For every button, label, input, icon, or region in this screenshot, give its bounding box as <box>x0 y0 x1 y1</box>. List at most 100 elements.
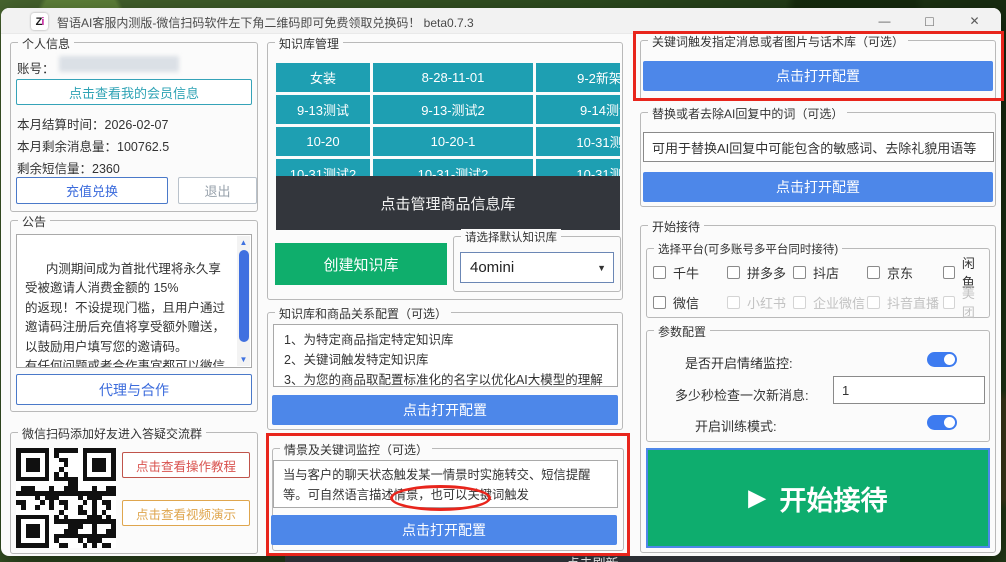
logout-button[interactable]: 退出 <box>178 177 257 204</box>
scene-open-config-button[interactable]: 点击打开配置 <box>271 515 617 545</box>
kb-item-button[interactable]: 女装 <box>276 63 370 92</box>
checkbox-icon[interactable] <box>727 266 740 279</box>
toggle-knob <box>944 417 955 428</box>
keyword-open-config-button[interactable]: 点击打开配置 <box>643 61 993 91</box>
platform-label: 企业微信 <box>813 293 865 312</box>
training-mode-toggle[interactable] <box>927 415 957 430</box>
replace-words-title: 替换或者去除AI回复中的词（可选） <box>648 105 847 122</box>
sms-row: 剩余短信量：2360 <box>17 158 120 177</box>
relation-config-text: 1、为特定商品指定特定知识库 2、关键词触发特定知识库 3、为您的商品取配置标准… <box>273 324 618 387</box>
default-kb-dropdown[interactable]: 4omini ▼ <box>460 252 614 283</box>
manage-products-button[interactable]: 点击管理商品信息库 <box>276 176 620 230</box>
check-interval-input[interactable]: 1 <box>833 376 985 404</box>
title-bar[interactable]: Zi 智语AI客服内测版-微信扫码软件左下角二维码即可免费领取兑换码！ beta… <box>1 8 1001 34</box>
platform-checkbox-抖店[interactable]: 抖店 <box>793 263 867 282</box>
check-interval-label: 多少秒检查一次新消息: <box>675 385 809 404</box>
account-value-blurred <box>59 56 179 72</box>
personal-info-title: 个人信息 <box>18 35 74 52</box>
maximize-button[interactable]: □ <box>907 8 952 34</box>
platform-checkbox-拼多多[interactable]: 拼多多 <box>727 263 793 282</box>
agent-cooperation-button[interactable]: 代理与合作 <box>16 374 252 405</box>
minimize-button[interactable]: — <box>862 8 907 34</box>
platform-label: 微信 <box>673 293 699 312</box>
close-icon: ✕ <box>969 14 979 28</box>
start-reception-button[interactable]: ▶ 开始接待 <box>646 448 990 548</box>
check-interval-value: 1 <box>842 383 849 398</box>
kb-item-button[interactable]: 10-31测试2 <box>276 159 370 177</box>
announcement-scrollbar[interactable]: ▲ ▼ <box>237 236 250 366</box>
app-window: Zi 智语AI客服内测版-微信扫码软件左下角二维码即可免费领取兑换码！ beta… <box>1 8 1001 556</box>
close-button[interactable]: ✕ <box>952 8 997 34</box>
replace-words-hint-box[interactable]: 可用于替换AI回复中可能包含的敏感词、去除礼貌用语等 <box>643 132 994 162</box>
emotion-monitor-toggle[interactable] <box>927 352 957 367</box>
kb-item-button[interactable]: 9-13-测试2 <box>373 95 533 124</box>
messages-row: 本月剩余消息量：100762.5 <box>17 136 169 155</box>
sms-remaining: 2360 <box>92 162 120 176</box>
video-demo-button[interactable]: 点击查看视频演示 <box>122 500 250 526</box>
checkbox-icon[interactable] <box>653 266 666 279</box>
kb-item-button[interactable]: 10-20 <box>276 127 370 156</box>
replace-open-config-button[interactable]: 点击打开配置 <box>643 172 993 202</box>
checkbox-icon <box>727 296 740 309</box>
settlement-row: 本月结算时间：2026-02-07 <box>17 114 168 133</box>
play-icon: ▶ <box>749 485 766 511</box>
start-reception-label: 开始接待 <box>779 479 887 518</box>
kb-item-button[interactable]: 9-2新架构 <box>536 63 620 92</box>
scroll-down-icon[interactable]: ▼ <box>237 353 250 366</box>
relation-config-title: 知识库和商品关系配置（可选） <box>275 305 451 322</box>
platform-row-2: 微信小红书企业微信抖音直播美团 <box>653 292 985 312</box>
platform-checkbox-微信[interactable]: 微信 <box>653 293 727 312</box>
kb-item-button[interactable]: 9-13测试 <box>276 95 370 124</box>
kb-item-button[interactable]: 10-31测试 <box>536 159 620 177</box>
platform-checkbox-千牛[interactable]: 千牛 <box>653 263 727 282</box>
kb-item-button[interactable]: 10-31测试 <box>536 127 620 156</box>
account-label: 账号： <box>17 58 55 77</box>
announcement-textbox[interactable]: 内测期间成为首批代理将永久享受被邀请人消费金额的 15% 的返现！不设提现门槛，… <box>16 234 252 368</box>
checkbox-icon <box>867 296 880 309</box>
member-info-button[interactable]: 点击查看我的会员信息 <box>16 79 252 105</box>
platform-checkbox-企业微信: 企业微信 <box>793 293 867 312</box>
platform-checkbox-京东[interactable]: 京东 <box>867 263 943 282</box>
tutorial-button[interactable]: 点击查看操作教程 <box>122 452 250 478</box>
platform-label: 拼多多 <box>747 263 786 282</box>
kb-item-button[interactable]: 10-31-测试2 <box>373 159 533 177</box>
platform-checkbox-小红书: 小红书 <box>727 293 793 312</box>
settlement-date: 2026-02-07 <box>105 118 169 132</box>
platform-select-title: 选择平台(可多账号多平台同时接待) <box>654 241 842 257</box>
params-title: 参数配置 <box>654 323 710 340</box>
checkbox-icon[interactable] <box>943 266 955 279</box>
app-logo-icon: Zi <box>31 13 48 30</box>
create-kb-button[interactable]: 创建知识库 <box>275 243 447 285</box>
scene-monitor-title: 情景及关键词监控（可选） <box>280 441 432 458</box>
minimize-icon: — <box>879 14 891 28</box>
reception-title: 开始接待 <box>648 218 704 235</box>
platform-label: 美团 <box>962 283 985 321</box>
qr-group-title: 微信扫码添加好友进入答疑交流群 <box>18 425 206 442</box>
emotion-monitor-label: 是否开启情绪监控: <box>685 353 793 372</box>
platform-checkbox-抖音直播: 抖音直播 <box>867 293 943 312</box>
platform-label: 小红书 <box>747 293 786 312</box>
platform-label: 京东 <box>887 263 913 282</box>
kb-item-button[interactable]: 10-20-1 <box>373 127 533 156</box>
refresh-bar-clipped[interactable]: 点击刷新 <box>285 556 900 562</box>
toggle-knob <box>944 354 955 365</box>
default-kb-value: 4omini <box>470 259 514 276</box>
wechat-qr-code <box>16 448 116 548</box>
kb-item-button[interactable]: 9-14测试 <box>536 95 620 124</box>
kb-item-button[interactable]: 8-28-11-01 <box>373 63 533 92</box>
replace-words-hint: 可用于替换AI回复中可能包含的敏感词、去除礼貌用语等 <box>652 138 976 157</box>
window-title: 智语AI客服内测版-微信扫码软件左下角二维码即可免费领取兑换码！ beta0.7… <box>57 14 474 31</box>
scroll-up-icon[interactable]: ▲ <box>237 236 250 249</box>
checkbox-icon[interactable] <box>653 296 666 309</box>
platform-label: 抖音直播 <box>887 293 939 312</box>
chevron-down-icon: ▼ <box>597 263 606 273</box>
checkbox-icon[interactable] <box>793 266 806 279</box>
scene-monitor-text: 当与客户的聊天状态触发某一情景时实施转交、短信提醒等。可自然语言描述情景，也可以… <box>273 460 618 508</box>
relation-open-config-button[interactable]: 点击打开配置 <box>272 395 618 425</box>
checkbox-icon[interactable] <box>867 266 880 279</box>
recharge-button[interactable]: 充值兑换 <box>16 177 168 204</box>
announcement-text: 内测期间成为首批代理将永久享受被邀请人消费金额的 15% 的返现！不设提现门槛，… <box>25 262 225 369</box>
keyword-trigger-title: 关键词触发指定消息或者图片与话术库（可选） <box>648 33 908 50</box>
default-kb-title: 请选择默认知识库 <box>461 229 561 245</box>
scrollbar-thumb[interactable] <box>239 250 249 342</box>
